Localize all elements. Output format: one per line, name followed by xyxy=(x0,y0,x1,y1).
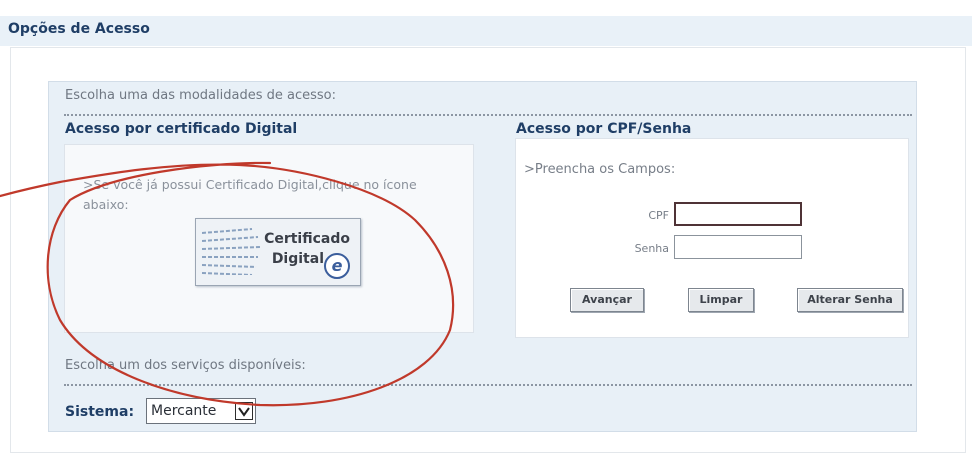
certificate-lines-icon xyxy=(202,228,261,275)
fill-fields-label: >Preencha os Campos: xyxy=(524,162,676,177)
senha-label: Senha xyxy=(634,242,669,255)
change-password-button[interactable]: Alterar Senha xyxy=(797,288,903,312)
certificate-box: >Se você já possui Certificado Digital,c… xyxy=(64,144,474,333)
cpf-section-title: Acesso por CPF/Senha xyxy=(516,121,692,137)
page-title: Opções de Acesso xyxy=(8,21,150,37)
cpf-label: CPF xyxy=(648,209,669,222)
certificate-button-label-1: Certificado xyxy=(264,231,350,247)
system-select-value: Mercante xyxy=(151,403,217,419)
e-cert-logo-icon: e xyxy=(324,253,350,279)
digital-certificate-button[interactable]: Certificado Digital e xyxy=(195,218,361,286)
password-input[interactable] xyxy=(674,235,802,259)
chevron-down-icon xyxy=(235,402,253,420)
choose-service-label: Escolha um dos serviços disponíveis: xyxy=(65,358,306,373)
certificate-section-title: Acesso por certificado Digital xyxy=(65,121,298,137)
clear-button[interactable]: Limpar xyxy=(688,288,754,312)
cpf-input[interactable] xyxy=(674,202,802,226)
access-options-panel: Escolha uma das modalidades de acesso: A… xyxy=(48,81,917,432)
choose-access-label: Escolha uma das modalidades de acesso: xyxy=(65,88,336,103)
certificate-button-label-2: Digital xyxy=(271,251,324,267)
divider xyxy=(64,114,912,116)
page-header: Opções de Acesso xyxy=(0,16,972,46)
system-label: Sistema: xyxy=(65,404,135,420)
certificate-instruction: >Se você já possui Certificado Digital,c… xyxy=(83,177,417,212)
advance-button[interactable]: Avançar xyxy=(570,288,644,312)
cpf-login-box: >Preencha os Campos: CPF Senha Avançar L… xyxy=(515,138,909,338)
system-select[interactable]: Mercante xyxy=(146,398,256,424)
divider xyxy=(64,384,912,386)
